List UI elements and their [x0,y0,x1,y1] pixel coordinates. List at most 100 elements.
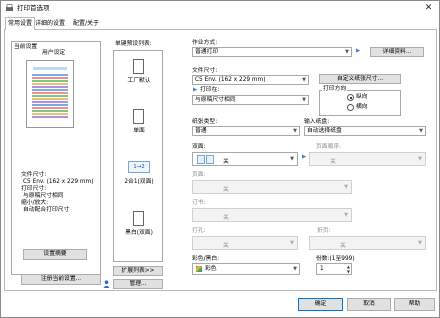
preset-list[interactable]: 工厂默认 单面 1→2 2合1(双面) 黑白(双面) [113,50,163,262]
user-icon [103,280,110,288]
play-icon: ▶ [356,48,361,54]
summary-line: 缩小/放大: [21,200,49,206]
print-preferences-window: 打印首选项 ✕ 常用设置 详细的设置 配置/关于 当前设置 用户设定 文件尺寸:… [0,0,440,318]
portrait-radio[interactable] [347,94,354,101]
job-type-label: 作业方式: [192,40,218,46]
fold-select[interactable]: 关 ▼ [309,236,426,250]
input-tray-select[interactable]: 自动选择纸盘 ▼ [304,126,426,136]
window-title: 打印首选项 [17,4,50,12]
page-preview [26,60,74,128]
document-size-value: C5 Env. (162 x 229 mm) [195,77,266,83]
help-button[interactable]: 帮助 [394,298,435,311]
cancel-button[interactable]: 取消 [347,298,391,311]
copies-value: 1 [320,266,324,272]
preset-list-title: 单键预设列表: [115,41,152,47]
preset-label: 2合1(双面) [124,179,154,185]
tab-common-settings[interactable]: 常用设置 [5,17,36,30]
chevron-down-icon: ▼ [345,49,349,55]
custom-paper-size-button[interactable]: 自定义纸张尺寸... [319,74,401,84]
document-size-label: 文件尺寸: [192,68,218,74]
tab-configuration-about[interactable]: 配置/关于 [71,18,101,29]
title-bar: 打印首选项 ✕ [1,1,439,16]
chevron-down-icon: ▼ [302,77,306,83]
print-on-select[interactable]: 与原稿尺寸相同 ▼ [192,95,309,105]
spin-arrows-icon[interactable]: ▲ ▼ [347,264,350,274]
tab-panel: 当前设置 用户设定 文件尺寸: C5 Env. (162 x 229 mm) 打… [4,29,437,291]
duplex-value: 关 [223,159,229,165]
color-swatch-icon [196,266,202,272]
play-icon: ▶ [302,154,307,160]
punch-value: 关 [223,243,229,249]
chevron-down-icon: ▼ [419,128,423,134]
preset-label: 单面 [133,128,145,134]
chevron-down-icon: ▼ [344,184,348,190]
document-icon [133,211,144,226]
printer-icon [6,4,13,11]
summary-line: C5 Env. (162 x 229 mm) [23,179,94,185]
chevron-down-icon: ▼ [293,128,297,134]
chevron-down-icon: ▼ [290,156,294,162]
staple-value: 关 [223,215,229,221]
staple-label: 订书: [192,200,206,206]
print-on-label: 打印在: [200,87,220,93]
preview-caption: 用户设定 [42,50,66,56]
job-type-value: 普通打印 [195,49,219,55]
punch-select[interactable]: 关 ▼ [192,236,298,250]
chevron-down-icon: ▼ [302,97,306,103]
fold-label: 折页: [317,228,331,234]
duplex-label: 双面: [192,144,206,150]
summary-line: 文件尺寸: [21,172,47,178]
two-in-one-icon: 1→2 [128,161,150,173]
paper-type-label: 纸张类型: [192,119,218,125]
summary-line: 打印尺寸: [21,186,47,192]
copies-label: 份数:(1至999) [316,256,355,262]
layout-value: 关 [223,187,229,193]
ok-button[interactable]: 确定 [298,298,343,311]
color-mode-value: 彩色 [205,266,217,272]
input-tray-value: 自动选择纸盘 [307,128,342,134]
document-icon [133,59,144,74]
current-settings-title: 当前设置 [14,44,38,50]
paper-type-select[interactable]: 普通 ▼ [192,126,300,136]
expand-list-button[interactable]: 扩展列表>> [113,266,163,276]
chevron-down-icon: ▼ [418,156,422,162]
staple-select[interactable]: 关 ▼ [192,208,352,222]
page-order-label: 页面顺序: [316,144,342,150]
summary-line: 自动配合打印尺寸 [23,207,70,213]
close-icon[interactable]: ✕ [423,3,434,13]
layout-label: 页面: [192,172,206,178]
fold-value: 关 [340,243,346,249]
summary-line: 与原稿尺寸相同 [23,193,64,199]
landscape-label: 横向 [356,104,368,110]
copies-input[interactable]: 1 ▲ ▼ [316,263,352,275]
page-order-select[interactable]: 关 ▼ [309,152,426,166]
job-type-select[interactable]: 普通打印 ▼ [192,47,352,57]
punch-label: 打孔: [192,228,206,234]
print-on-value: 与原稿尺寸相同 [195,97,236,103]
manage-button[interactable]: 管理... [113,279,163,289]
orientation-label: 打印方向 [322,86,348,93]
paper-type-value: 普通 [195,128,207,134]
duplex-select[interactable]: 关 ▼ [192,152,298,166]
play-icon: ▶ [193,87,198,93]
page-order-value: 关 [330,159,336,165]
settings-summary-button[interactable]: 设置摘要 [23,249,87,260]
preset-label: 黑白(双面) [125,230,153,236]
portrait-label: 纵向 [356,94,368,100]
chevron-down-icon: ▼ [293,266,297,272]
chevron-down-icon: ▼ [344,212,348,218]
chevron-down-icon: ▼ [418,240,422,246]
preview-lines-graphic [32,67,68,118]
preset-label: 工厂默认 [127,78,151,84]
landscape-radio[interactable] [347,104,354,111]
tab-detailed-settings[interactable]: 详细的设置 [33,18,67,29]
color-mode-select[interactable]: 彩色 ▼ [192,263,300,275]
color-mode-label: 彩色/黑白: [192,256,220,262]
details-button[interactable]: 详细资料... [370,47,424,57]
page-icon [197,155,205,164]
layout-select[interactable]: 关 ▼ [192,180,352,194]
register-current-settings-button[interactable]: 注册当前设置... [21,274,101,285]
chevron-down-icon: ▼ [290,240,294,246]
document-size-select[interactable]: C5 Env. (162 x 229 mm) ▼ [192,75,309,85]
page-icon [206,155,214,164]
